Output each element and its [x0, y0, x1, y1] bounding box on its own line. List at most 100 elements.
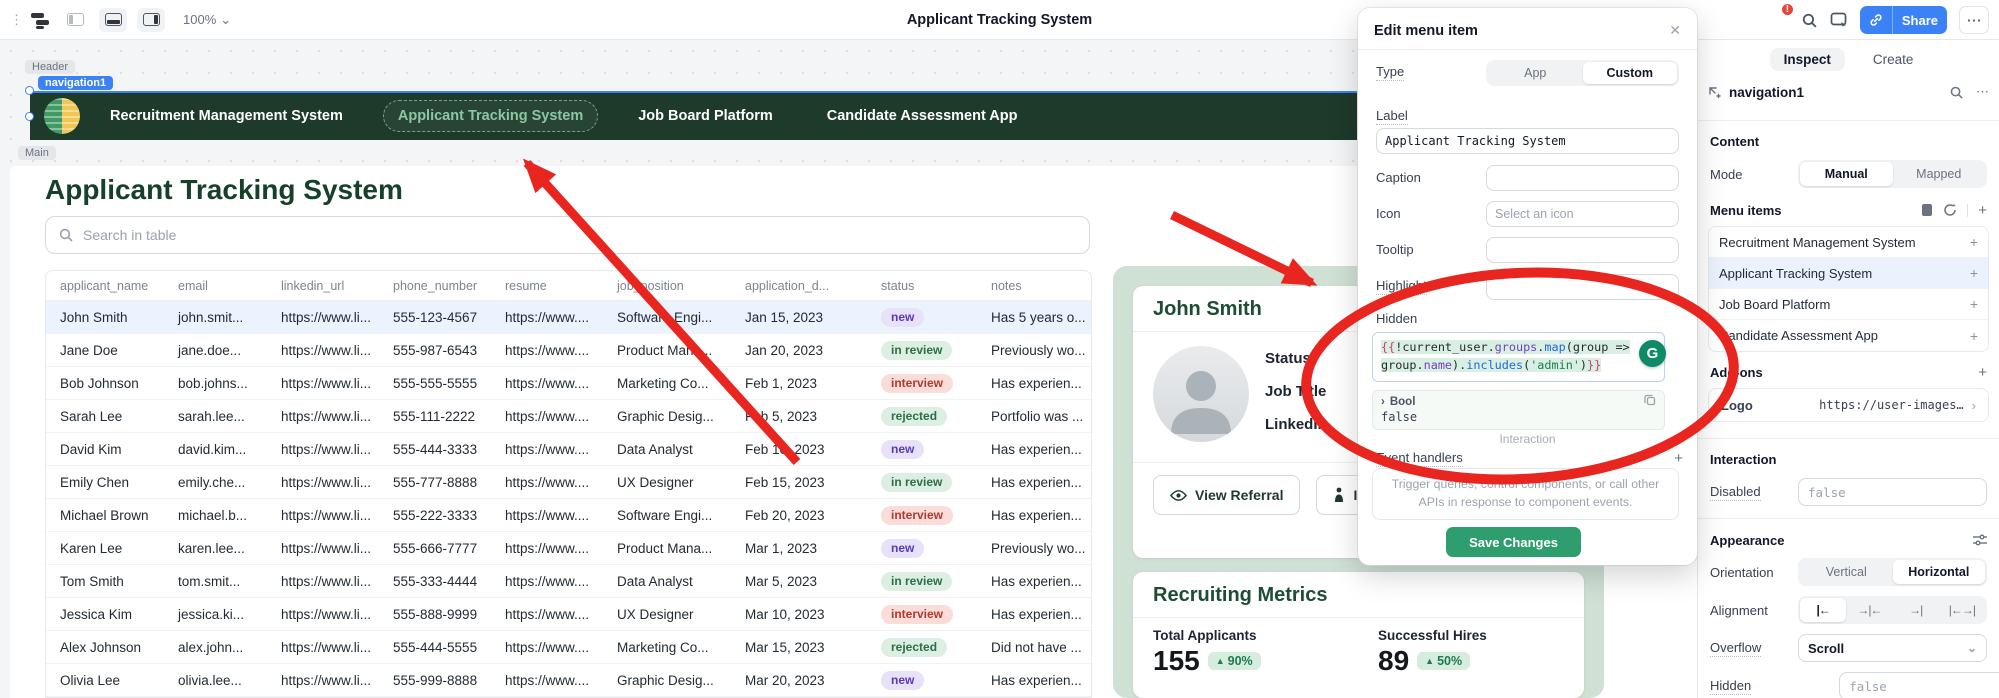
column-header[interactable]: job_position: [603, 279, 731, 293]
more-options-button[interactable]: ⋯: [1959, 6, 1989, 34]
table-row[interactable]: Jessica Kimjessica.ki...https://www.li..…: [46, 598, 1091, 631]
column-header[interactable]: status: [867, 279, 977, 293]
add-icon[interactable]: +: [1970, 234, 1978, 250]
menu-item-row[interactable]: Job Board Platform+: [1709, 289, 1988, 320]
table-row[interactable]: Jane Doejane.doe...https://www.li...555-…: [46, 334, 1091, 367]
components-tree-icon[interactable]: [31, 12, 51, 28]
table-row[interactable]: Olivia Leeolivia.lee...https://www.li...…: [46, 664, 1091, 697]
table-row[interactable]: Karen Leekaren.lee...https://www.li...55…: [46, 532, 1091, 565]
table-row[interactable]: John Smithjohn.smit...https://www.li...5…: [46, 301, 1091, 334]
column-header[interactable]: phone_number: [379, 279, 491, 293]
type-option-app[interactable]: App: [1488, 62, 1583, 84]
close-icon[interactable]: ✕: [1669, 22, 1681, 39]
disabled-row: Disabled: [1710, 478, 1987, 506]
user-avatar[interactable]: !: [1761, 6, 1789, 34]
mode-option-mapped[interactable]: Mapped: [1893, 162, 1986, 186]
menu-item-row[interactable]: Candidate Assessment App+: [1709, 320, 1988, 351]
orientation-option-horizontal[interactable]: Horizontal: [1893, 560, 1986, 584]
nav-item[interactable]: Job Board Platform: [624, 101, 787, 131]
table-cell: Has experien...: [977, 508, 1091, 523]
table-cell: interview: [867, 374, 977, 393]
grammarly-icon[interactable]: G: [1639, 340, 1666, 367]
add-icon[interactable]: +: [1970, 328, 1978, 344]
save-changes-button[interactable]: Save Changes: [1446, 527, 1581, 557]
column-header[interactable]: resume: [491, 279, 603, 293]
view-referral-button[interactable]: View Referral: [1153, 475, 1300, 515]
toggle-bottom-panel-button[interactable]: [99, 8, 127, 32]
menu-item-row[interactable]: Recruitment Management System+: [1709, 227, 1988, 258]
mode-label: Mode: [1710, 167, 1743, 182]
table-row[interactable]: David Kimdavid.kim...https://www.li...55…: [46, 433, 1091, 466]
alignment-option[interactable]: →|←: [1846, 598, 1892, 622]
logo-row[interactable]: Logo https://user-images… ›: [1708, 388, 1989, 422]
metric-successful-hires: Successful Hires 89 ▲ 50%: [1378, 628, 1603, 677]
tooltip-input[interactable]: [1486, 237, 1679, 263]
resize-handle[interactable]: [25, 86, 34, 95]
hidden-input[interactable]: [1839, 672, 1999, 698]
search-icon[interactable]: [1949, 85, 1964, 100]
add-icon[interactable]: +: [1970, 296, 1978, 312]
table-row[interactable]: Bob Johnsonbob.johns...https://www.li...…: [46, 367, 1091, 400]
column-header[interactable]: email: [164, 279, 267, 293]
link-icon[interactable]: [1860, 6, 1892, 34]
share-label[interactable]: Share: [1892, 6, 1947, 34]
highlight-input[interactable]: [1486, 274, 1679, 300]
type-option-custom[interactable]: Custom: [1583, 62, 1678, 84]
disclosure-icon[interactable]: ›: [1381, 396, 1385, 408]
tab-create[interactable]: Create: [1859, 48, 1928, 71]
table-row[interactable]: Sarah Leesarah.lee...https://www.li...55…: [46, 400, 1091, 433]
alignment-option[interactable]: |←→|: [1939, 598, 1985, 622]
sliders-icon[interactable]: [1973, 534, 1987, 546]
table-row[interactable]: Emily Chenemily.che...https://www.li...5…: [46, 466, 1091, 499]
metrics-title: Recruiting Metrics: [1133, 572, 1584, 617]
drag-handle-icon[interactable]: ⋮: [10, 12, 21, 28]
menu-item-row[interactable]: Applicant Tracking System+: [1709, 258, 1988, 289]
label-input[interactable]: [1376, 128, 1679, 154]
table-cell: in review: [867, 572, 977, 591]
add-icon[interactable]: +: [1970, 265, 1978, 281]
navigation1-tag[interactable]: navigation1: [38, 76, 113, 90]
add-addon-icon[interactable]: +: [1978, 364, 1987, 381]
more-icon[interactable]: ⋯: [1976, 84, 1989, 100]
column-header[interactable]: applicant_name: [46, 279, 164, 293]
nav-item[interactable]: Applicant Tracking System: [383, 100, 598, 132]
resize-handle[interactable]: [25, 112, 34, 121]
main-frame-tag[interactable]: Main: [18, 146, 56, 160]
copy-icon[interactable]: [1644, 394, 1656, 409]
nav-logo[interactable]: [44, 98, 80, 134]
debug-panel-icon[interactable]: [1830, 12, 1848, 28]
alignment-option[interactable]: →|: [1893, 598, 1939, 622]
table-cell: 555-222-3333: [379, 508, 491, 523]
refresh-icon[interactable]: [1943, 203, 1957, 217]
add-menu-item-icon[interactable]: +: [1978, 202, 1987, 219]
tab-inspect[interactable]: Inspect: [1770, 48, 1845, 71]
orientation-option-vertical[interactable]: Vertical: [1800, 560, 1893, 584]
column-header[interactable]: application_d...: [731, 279, 867, 293]
table-row[interactable]: Michael Brownmichael.b...https://www.li.…: [46, 499, 1091, 532]
header-frame-tag[interactable]: Header: [25, 60, 75, 74]
table-row[interactable]: Alex Johnsonalex.john...https://www.li..…: [46, 631, 1091, 664]
search-input[interactable]: [83, 227, 1077, 243]
mode-option-manual[interactable]: Manual: [1800, 162, 1893, 186]
hidden-code-editor[interactable]: {{!current_user.groups.map(group =>group…: [1372, 332, 1665, 382]
icon-input[interactable]: [1486, 201, 1679, 227]
table-cell: https://www....: [491, 376, 603, 391]
toggle-left-panel-button[interactable]: [61, 8, 89, 32]
column-header[interactable]: linkedin_url: [267, 279, 379, 293]
table-search[interactable]: [45, 216, 1090, 254]
column-header[interactable]: notes: [977, 279, 1091, 293]
add-event-handler-icon[interactable]: +: [1674, 450, 1683, 467]
search-icon[interactable]: [1801, 12, 1818, 29]
duplicate-icon[interactable]: [1921, 203, 1933, 217]
alignment-option[interactable]: |←: [1800, 598, 1846, 622]
caption-input[interactable]: [1486, 165, 1679, 191]
disabled-input[interactable]: [1798, 478, 1987, 506]
zoom-control[interactable]: 100% ⌄: [183, 12, 231, 28]
share-button[interactable]: Share: [1860, 6, 1947, 34]
nav-item[interactable]: Recruitment Management System: [96, 101, 357, 131]
table-row[interactable]: Tom Smithtom.smit...https://www.li...555…: [46, 565, 1091, 598]
ellipsis-icon: ⋯: [1967, 11, 1982, 29]
overflow-select[interactable]: Scroll ⌄: [1798, 634, 1987, 662]
nav-item[interactable]: Candidate Assessment App: [813, 101, 1032, 131]
toggle-right-panel-button[interactable]: [137, 8, 165, 32]
